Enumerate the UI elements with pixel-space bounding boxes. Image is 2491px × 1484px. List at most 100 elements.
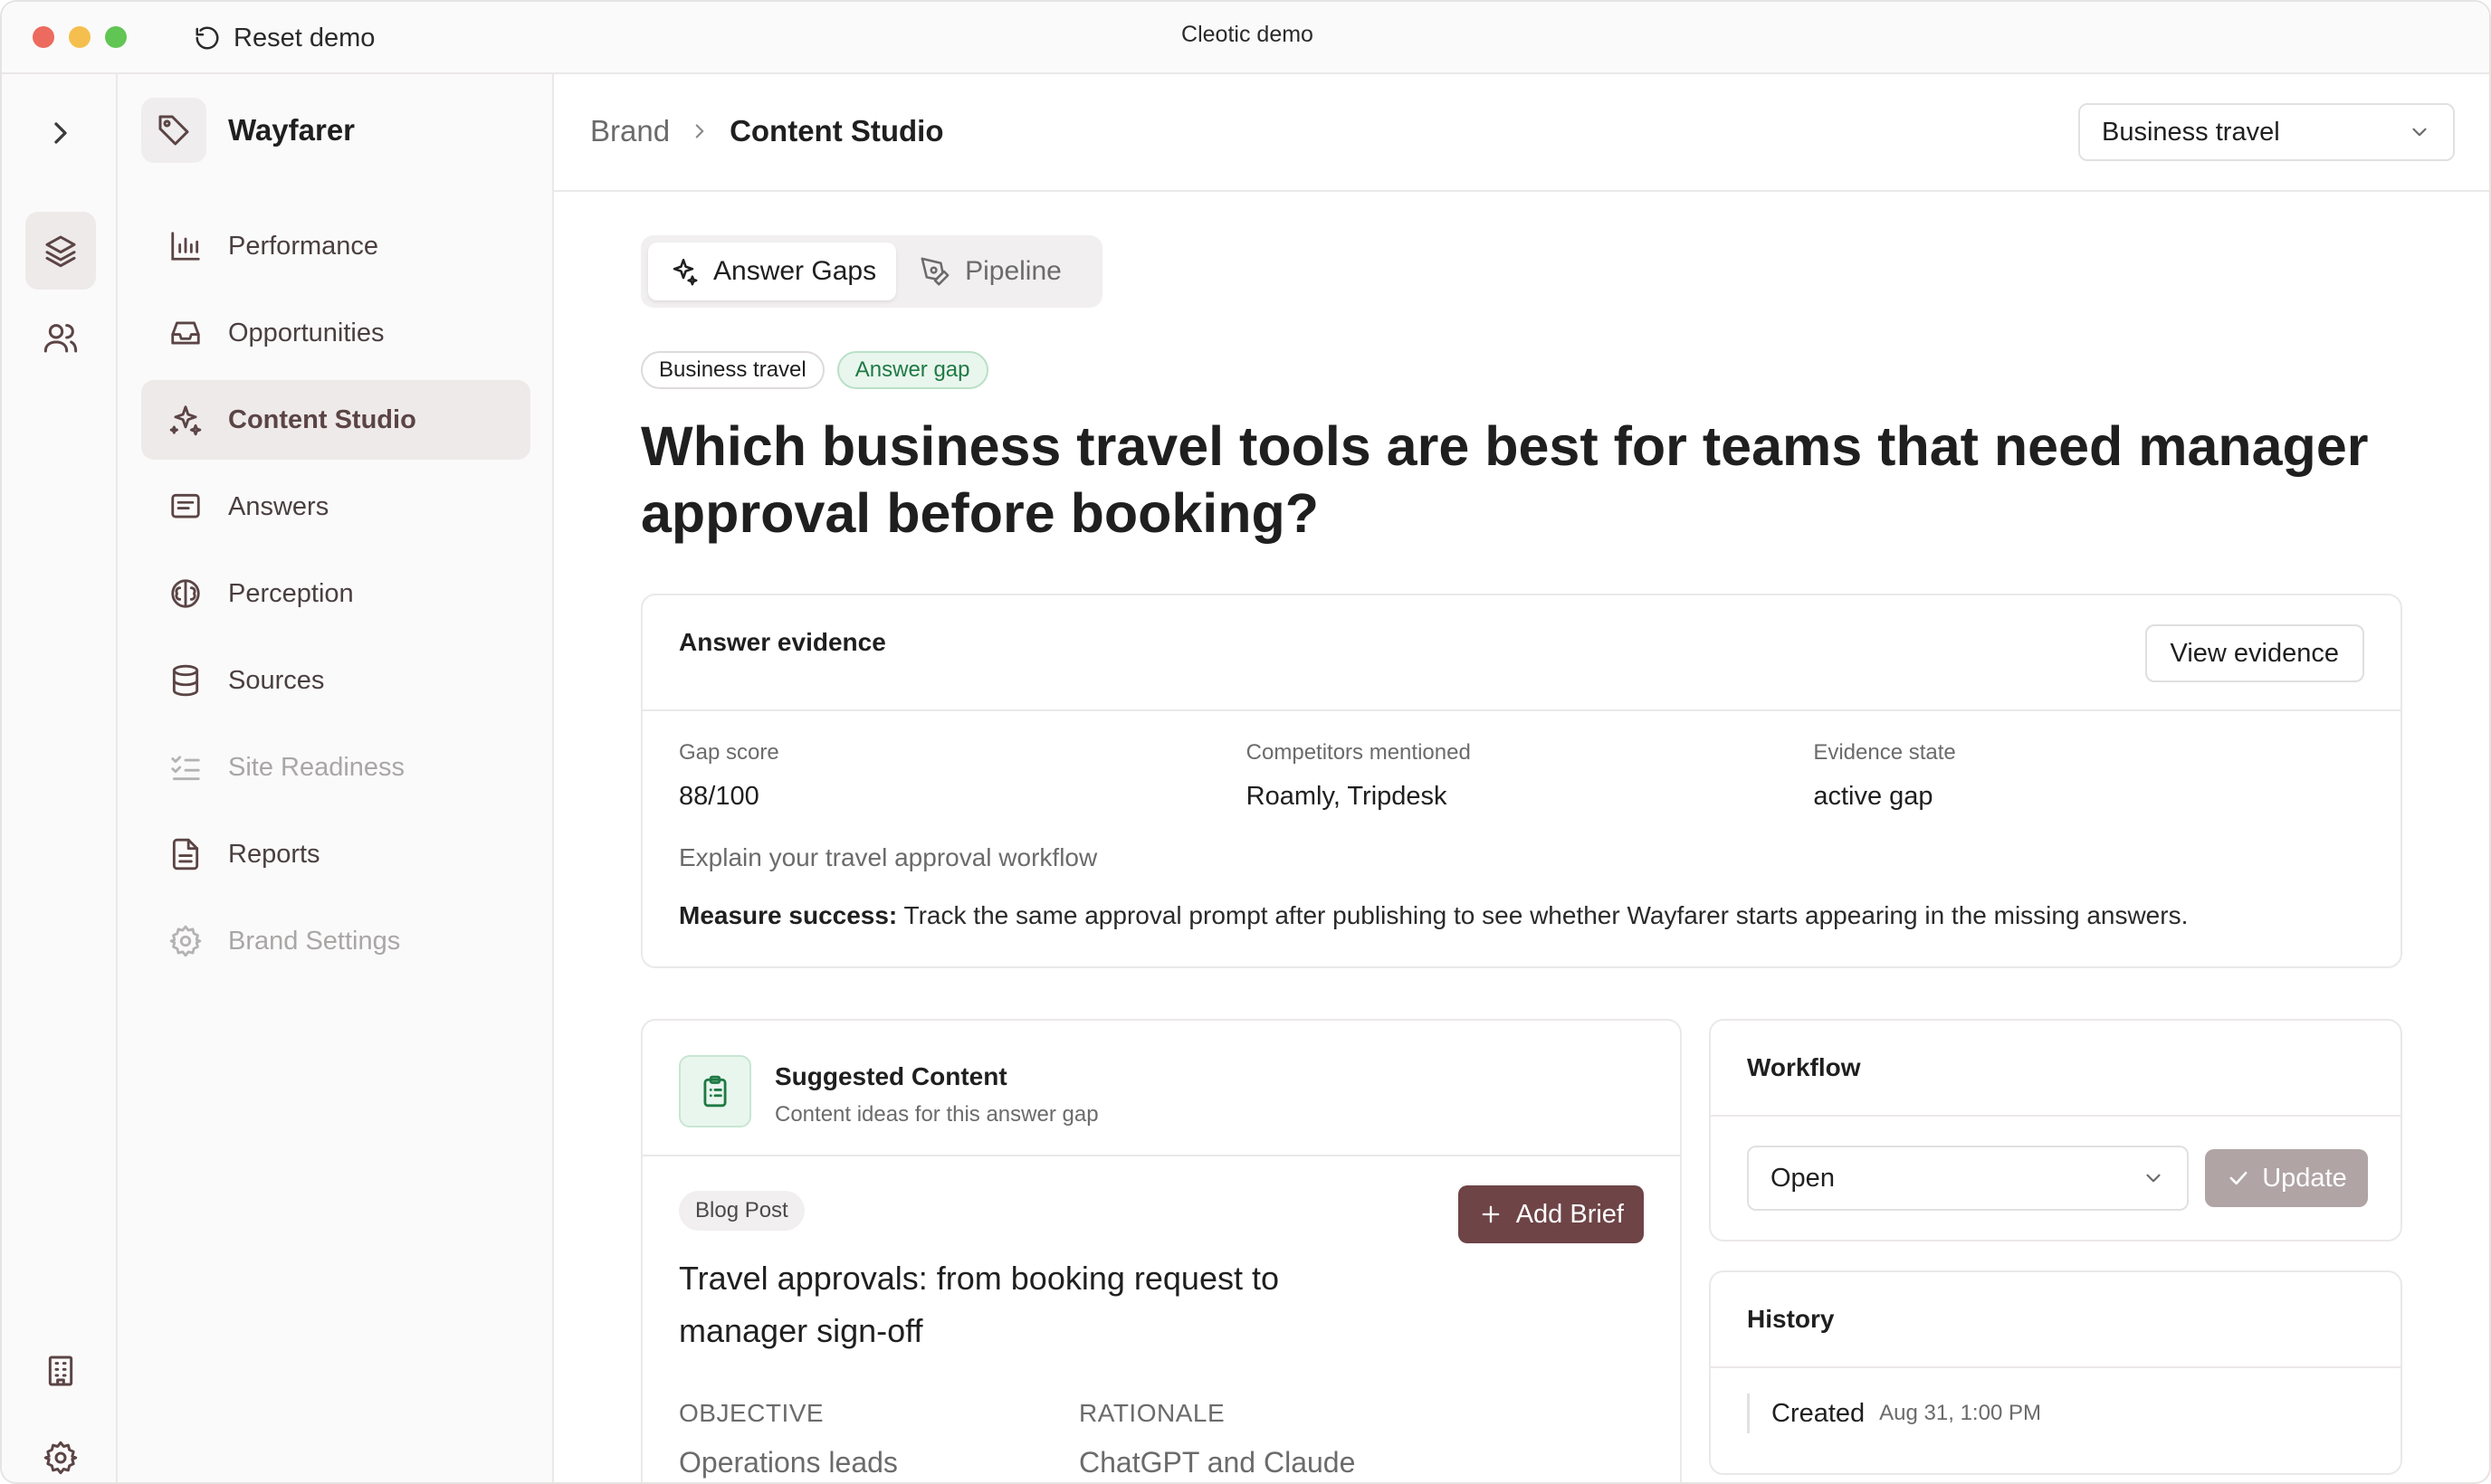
suggested-content-title: Suggested Content — [775, 1062, 1007, 1090]
history-event: Created — [1771, 1398, 1866, 1428]
suggested-content-card: Suggested Content Content ideas for this… — [641, 1019, 1682, 1482]
tab-answer-gaps[interactable]: Answer Gaps — [648, 243, 897, 300]
stat-label: Gap score — [679, 740, 779, 765]
content-type-badge: Blog Post — [679, 1191, 805, 1231]
sidebar-item-label: Opportunities — [228, 318, 385, 347]
title-bar: Reset demo Cleotic demo — [2, 2, 2489, 74]
history-header: History — [1711, 1272, 2400, 1368]
segment-select[interactable]: Business travel — [2078, 103, 2455, 161]
suggested-content-header: Suggested Content Content ideas for this… — [643, 1021, 1680, 1156]
main-content: Answer Gaps Pipeline Business travel Ans… — [554, 192, 2489, 1482]
tab-label: Pipeline — [965, 256, 1062, 286]
rail-brands-button[interactable] — [25, 212, 96, 290]
message-square-icon — [171, 493, 200, 518]
brand-logo — [141, 98, 206, 163]
suggested-content-subtitle: Content ideas for this answer gap — [775, 1102, 1099, 1127]
sidebar-item-perception[interactable]: Perception — [141, 554, 530, 633]
gap-score-stat: Gap score 88/100 — [679, 740, 1246, 812]
sidebar-item-sources[interactable]: Sources — [141, 641, 530, 720]
gear-icon — [43, 1441, 78, 1475]
workflow-card: Workflow Open Update — [1709, 1019, 2402, 1241]
stat-label: Evidence state — [1813, 740, 1956, 765]
answer-evidence-card: Answer evidence View evidence Gap score … — [641, 594, 2402, 968]
database-icon — [172, 664, 199, 697]
history-entry: Created Aug 31, 1:00 PM — [1747, 1394, 2041, 1433]
sidebar-item-site-readiness[interactable]: Site Readiness — [141, 728, 530, 807]
breadcrumb-brand-link[interactable]: Brand — [590, 114, 670, 148]
measure-success-body: Track the same approval prompt after pub… — [903, 901, 2189, 929]
list-checks-icon — [171, 756, 200, 781]
workflow-status-select[interactable]: Open — [1747, 1146, 2189, 1211]
chevron-down-icon — [2412, 128, 2427, 137]
history-timestamp: Aug 31, 1:00 PM — [1879, 1401, 2041, 1425]
answer-evidence-header: Answer evidence View evidence — [643, 595, 2400, 711]
measure-success-label: Measure success: — [679, 901, 898, 929]
evidence-state-stat: Evidence state active gap — [1813, 740, 2381, 812]
workflow-title: Workflow — [1747, 1053, 1861, 1081]
stat-value: active gap — [1813, 782, 1933, 811]
evidence-stats: Gap score 88/100 Competitors mentioned R… — [679, 740, 2381, 812]
bar-chart-icon — [171, 232, 200, 261]
status-badge: Answer gap — [836, 351, 988, 389]
window-title: Cleotic demo — [1181, 22, 1313, 47]
measure-success-text: Measure success: Track the same approval… — [679, 901, 2188, 930]
sidebar-item-label: Brand Settings — [228, 926, 401, 956]
chevron-right-icon — [688, 119, 711, 143]
suggested-content-icon-badge — [679, 1055, 751, 1127]
segment-badge: Business travel — [641, 351, 825, 389]
objective-label: OBJECTIVE — [679, 1399, 825, 1427]
sidebar-item-label: Answers — [228, 491, 329, 521]
question-badges: Business travel Answer gap — [641, 351, 988, 389]
page-title: Content Studio — [730, 114, 944, 147]
stat-label: Competitors mentioned — [1246, 740, 1471, 765]
update-button[interactable]: Update — [2205, 1149, 2368, 1207]
sidebar-item-performance[interactable]: Performance — [141, 206, 530, 286]
brief-title: Travel approvals: from booking request t… — [679, 1260, 1279, 1349]
sidebar-item-label: Site Readiness — [228, 752, 406, 782]
icon-rail — [2, 74, 118, 1482]
objective-value: Operations leads — [679, 1446, 898, 1479]
stat-value: 88/100 — [679, 782, 759, 811]
file-text-icon — [172, 838, 199, 870]
sidebar-item-label: Perception — [228, 578, 354, 608]
sidebar-item-content-studio[interactable]: Content Studio — [141, 380, 530, 460]
sidebar-item-label: Performance — [228, 231, 379, 261]
rail-users-button[interactable] — [25, 299, 96, 376]
tab-pipeline[interactable]: Pipeline — [900, 243, 1082, 300]
users-icon — [43, 324, 78, 353]
brand-name: Wayfarer — [228, 113, 356, 147]
add-brief-label: Add Brief — [1515, 1199, 1624, 1229]
sidebar-item-brand-settings[interactable]: Brand Settings — [141, 901, 530, 981]
sidebar-item-label: Reports — [228, 839, 320, 869]
chevron-right-icon — [54, 122, 67, 144]
expand-sidebar-button[interactable] — [25, 94, 96, 172]
sidebar-item-opportunities[interactable]: Opportunities — [141, 293, 530, 373]
segment-select-value: Business travel — [2102, 117, 2280, 147]
view-evidence-button[interactable]: View evidence — [2144, 624, 2364, 682]
app-window: Reset demo Cleotic demo Wayfarer Perform… — [0, 0, 2491, 1484]
question-heading: Which business travel tools are best for… — [641, 415, 2369, 544]
add-brief-button[interactable]: Add Brief — [1457, 1185, 1644, 1243]
brand-header[interactable]: Wayfarer — [141, 98, 355, 163]
plus-icon — [1482, 1205, 1500, 1223]
rationale-label: RATIONALE — [1079, 1399, 1226, 1427]
workflow-header: Workflow — [1711, 1021, 2400, 1117]
sidebar-item-answers[interactable]: Answers — [141, 467, 530, 547]
check-icon — [2229, 1171, 2248, 1185]
stat-value: Roamly, Tripdesk — [1246, 782, 1447, 811]
tag-icon — [158, 115, 189, 146]
breadcrumb: Brand Content Studio — [590, 114, 944, 148]
workflow-status-value: Open — [1770, 1163, 1835, 1193]
rationale-value: ChatGPT and Claude — [1079, 1446, 1356, 1479]
rail-settings-button[interactable] — [25, 1419, 96, 1482]
top-bar: Brand Content Studio Business travel — [554, 74, 2489, 192]
gear-icon — [169, 925, 202, 957]
competitors-stat: Competitors mentioned Roamly, Tripdesk — [1246, 740, 1814, 812]
sidebar-item-label: Sources — [228, 665, 325, 695]
building-icon — [48, 1356, 73, 1386]
sidebar-item-label: Content Studio — [228, 404, 416, 434]
update-label: Update — [2262, 1163, 2347, 1193]
rail-organization-button[interactable] — [25, 1332, 96, 1410]
sidebar-item-reports[interactable]: Reports — [141, 814, 530, 894]
history-title: History — [1747, 1305, 1835, 1333]
